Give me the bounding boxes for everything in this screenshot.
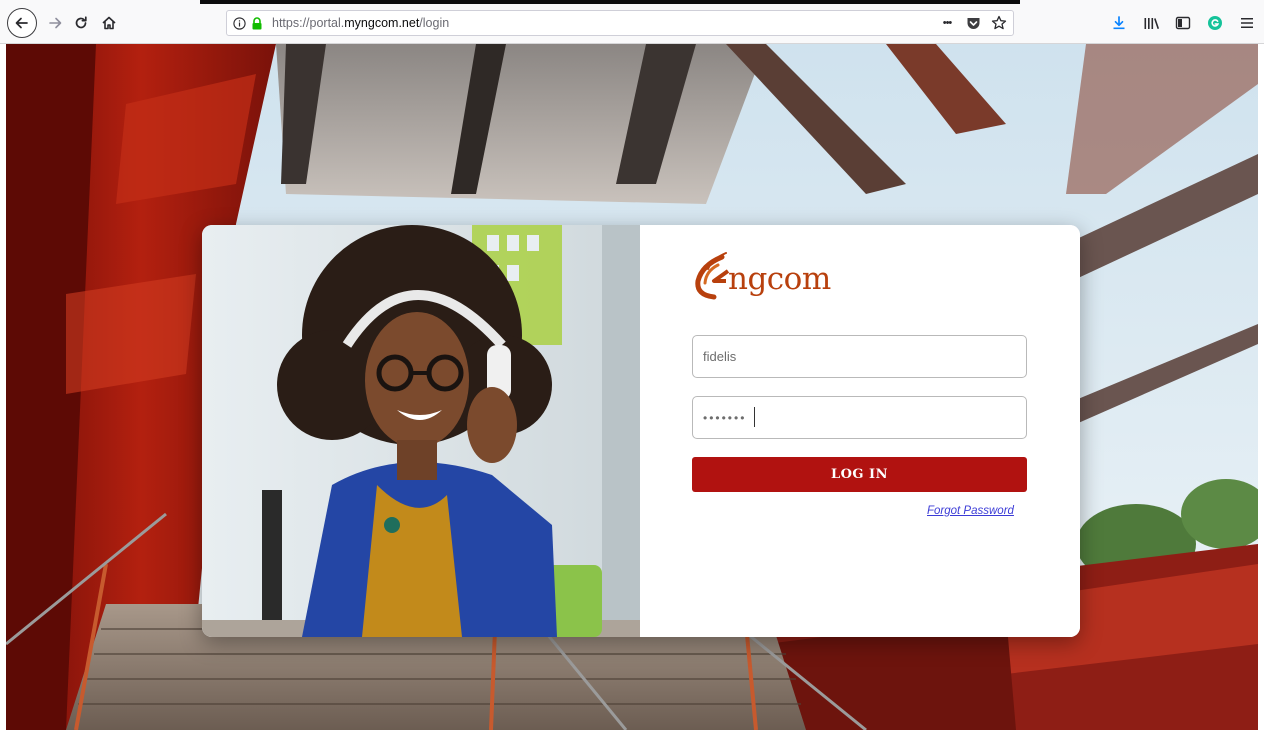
username-input[interactable] bbox=[692, 335, 1027, 378]
back-button[interactable] bbox=[7, 8, 37, 38]
forward-button[interactable] bbox=[42, 10, 68, 36]
password-input[interactable] bbox=[692, 396, 1027, 439]
toolbar-top-strip bbox=[200, 0, 1020, 4]
hamburger-menu-icon[interactable] bbox=[1238, 14, 1256, 32]
reload-button[interactable] bbox=[68, 10, 94, 36]
logo-text: ngcom bbox=[728, 261, 831, 297]
more-actions-icon[interactable]: ••• bbox=[939, 15, 955, 31]
url-text[interactable]: https://portal.myngcom.net/login bbox=[272, 16, 449, 30]
url-path: /login bbox=[419, 16, 450, 30]
reload-icon bbox=[75, 16, 87, 29]
text-caret bbox=[754, 407, 755, 427]
info-icon[interactable] bbox=[233, 16, 246, 30]
support-agent-photo bbox=[202, 225, 640, 637]
login-form: ngcom LOG IN Forgot Password bbox=[640, 225, 1080, 637]
logo-swoosh-icon bbox=[695, 252, 730, 300]
forward-arrow-icon bbox=[49, 17, 62, 29]
grammarly-extension-icon[interactable] bbox=[1206, 14, 1224, 32]
bookmark-star-icon[interactable] bbox=[991, 15, 1007, 31]
login-button[interactable]: LOG IN bbox=[692, 457, 1027, 492]
address-bar-actions: ••• bbox=[939, 11, 1007, 35]
home-button[interactable] bbox=[96, 10, 122, 36]
home-icon bbox=[102, 16, 116, 30]
library-icon[interactable] bbox=[1142, 14, 1160, 32]
lock-icon[interactable] bbox=[250, 16, 264, 30]
forgot-password-link[interactable]: Forgot Password bbox=[927, 505, 1014, 517]
download-icon[interactable] bbox=[1110, 14, 1128, 32]
url-domain: myngcom.net bbox=[344, 16, 420, 30]
url-prefix: https://portal. bbox=[272, 16, 345, 30]
ngcom-logo: ngcom bbox=[692, 251, 862, 311]
browser-toolbar: https://portal.myngcom.net/login ••• bbox=[0, 0, 1264, 44]
address-bar[interactable]: https://portal.myngcom.net/login ••• bbox=[226, 10, 1014, 36]
sidebar-icon[interactable] bbox=[1174, 14, 1192, 32]
toolbar-right-actions bbox=[1110, 10, 1256, 36]
login-card: ngcom LOG IN Forgot Password bbox=[202, 225, 1080, 637]
login-page: ngcom LOG IN Forgot Password bbox=[6, 44, 1258, 730]
back-arrow-icon bbox=[15, 17, 28, 29]
pocket-icon[interactable] bbox=[965, 15, 981, 31]
